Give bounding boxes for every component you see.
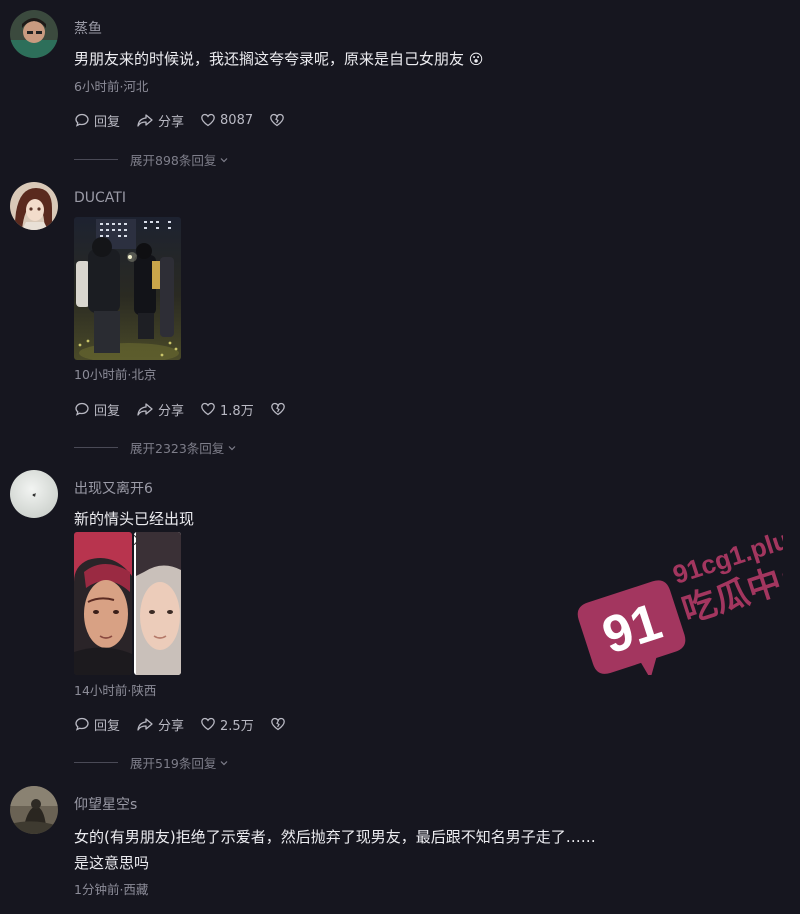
username[interactable]: 仰望星空s — [74, 794, 137, 814]
reply-label: 回复 — [94, 718, 121, 734]
avatar[interactable] — [10, 786, 58, 834]
dislike-button[interactable] — [270, 401, 290, 417]
like-count: 1.8万 — [220, 403, 254, 419]
comment-text-line: 女的(有男朋友)拒绝了示爱者，然后抛弃了现男友，最后跟不知名男子走了…… — [74, 828, 596, 846]
comment-actions: 回复 分享 8087 — [74, 110, 305, 130]
avatar[interactable] — [10, 10, 58, 58]
reply-button[interactable]: 回复 — [74, 400, 120, 419]
expand-label: 展开898条回复 — [130, 153, 217, 168]
share-label: 分享 — [158, 114, 185, 130]
dislike-button[interactable] — [270, 716, 290, 732]
share-button[interactable]: 分享 — [136, 400, 184, 419]
like-count: 8087 — [220, 112, 254, 128]
dislike-button[interactable] — [269, 112, 289, 128]
broken-heart-icon — [270, 717, 285, 731]
share-button[interactable]: 分享 — [136, 111, 184, 130]
share-button[interactable]: 分享 — [136, 715, 184, 734]
expand-replies-button[interactable]: 展开519条回复 — [74, 753, 230, 772]
broken-heart-icon — [270, 113, 284, 127]
like-button[interactable]: 1.8万 — [200, 400, 254, 419]
reply-button[interactable]: 回复 — [74, 111, 120, 130]
like-count: 2.5万 — [220, 718, 254, 734]
heart-icon — [201, 717, 215, 731]
like-button[interactable]: 2.5万 — [200, 715, 254, 734]
timestamp-location: 14小时前·陕西 — [74, 683, 157, 698]
comment-bubble-icon — [75, 717, 89, 731]
comment-image[interactable] — [74, 217, 181, 360]
comment-text: 新的情头已经出现 — [74, 510, 195, 528]
comment-image-right[interactable] — [134, 532, 181, 675]
share-label: 分享 — [158, 403, 185, 419]
username[interactable]: 蒸鱼 — [74, 18, 102, 38]
chevron-down-icon — [220, 760, 228, 765]
heart-icon — [201, 402, 215, 416]
expand-label: 展开2323条回复 — [130, 441, 225, 456]
reply-label: 回复 — [94, 403, 121, 419]
comment-actions: 回复 分享 2.5万 — [74, 714, 306, 734]
expand-label: 展开519条回复 — [130, 756, 217, 771]
timestamp-location: 6小时前·河北 — [74, 79, 149, 94]
emoji-icon: 😮 — [468, 52, 484, 68]
comment-bubble-icon — [75, 402, 89, 416]
like-button[interactable]: 8087 — [200, 112, 253, 128]
comment-actions: 回复 分享 1.8万 — [74, 399, 306, 419]
timestamp-location: 1分钟前·西藏 — [74, 882, 149, 897]
avatar[interactable] — [10, 470, 58, 518]
share-arrow-icon — [137, 718, 153, 731]
avatar[interactable] — [10, 182, 58, 230]
reply-button[interactable]: 回复 — [74, 715, 120, 734]
expand-replies-button[interactable]: 展开898条回复 — [74, 150, 230, 169]
username[interactable]: DUCATI — [74, 190, 126, 206]
divider — [74, 762, 118, 763]
broken-heart-icon — [270, 402, 285, 416]
share-arrow-icon — [137, 403, 153, 416]
comment-text: 女的(有男朋友)拒绝了示爱者，然后抛弃了现男友，最后跟不知名男子走了…… 是这意… — [74, 824, 596, 876]
chevron-down-icon — [220, 157, 228, 162]
expand-replies-button[interactable]: 展开2323条回复 — [74, 438, 238, 457]
comment-text-line: 是这意思吗 — [74, 854, 150, 872]
comment-text: 男朋友来的时候说，我还搁这夸夸录呢，原来是自己女朋友 😮 — [74, 46, 483, 73]
comment-image-left[interactable] — [74, 532, 132, 675]
timestamp-location: 10小时前·北京 — [74, 367, 157, 382]
share-arrow-icon — [137, 114, 153, 127]
heart-icon — [201, 113, 215, 127]
divider — [74, 159, 118, 160]
share-label: 分享 — [158, 718, 185, 734]
divider — [74, 447, 118, 448]
username[interactable]: 出现又离开6 — [74, 478, 153, 498]
chevron-down-icon — [228, 445, 236, 450]
watermark-logo: 91 91cg1.plus 吃瓜中心 — [563, 485, 800, 679]
reply-label: 回复 — [94, 114, 121, 130]
comment-bubble-icon — [75, 113, 89, 127]
comment-text-body: 男朋友来的时候说，我还搁这夸夸录呢，原来是自己女朋友 — [74, 50, 465, 68]
